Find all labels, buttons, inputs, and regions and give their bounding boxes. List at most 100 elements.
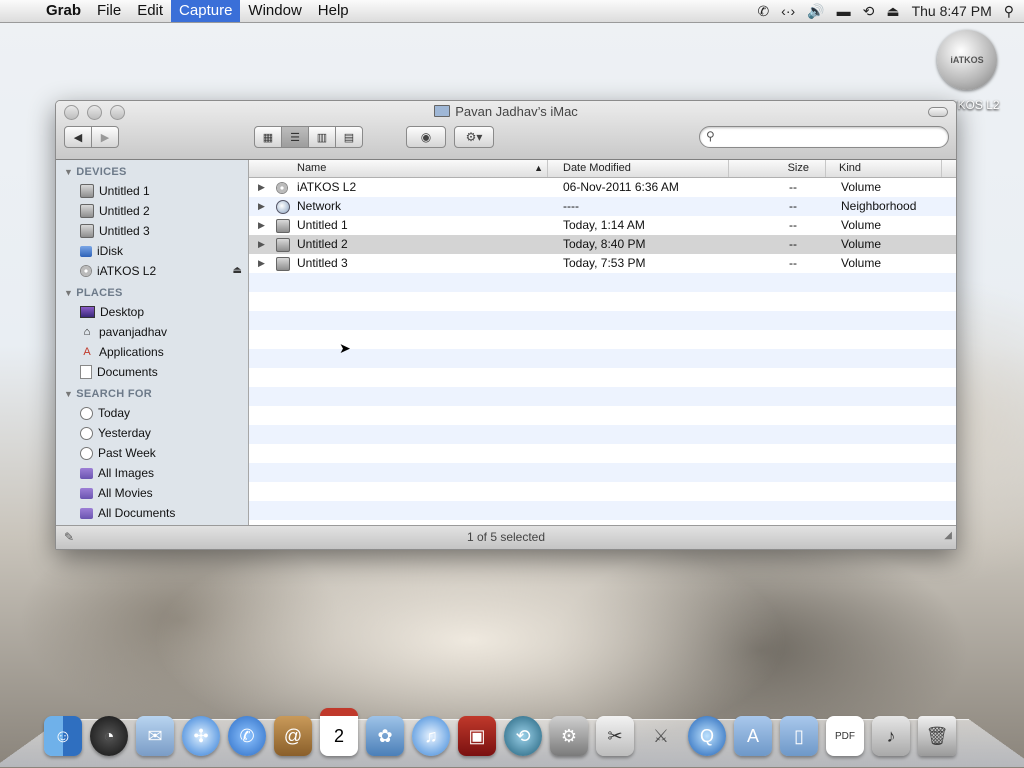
forward-button[interactable]: ▶ — [91, 126, 119, 148]
sidebar: ▼ DEVICES Untitled 1 Untitled 2 Untitled … — [56, 160, 249, 525]
column-view-button[interactable]: ▥ — [308, 126, 336, 148]
list-view-button[interactable]: ☰ — [281, 126, 309, 148]
ical-icon[interactable]: 2 — [320, 708, 358, 756]
sidebar-item-all-documents[interactable]: All Documents — [56, 503, 248, 523]
display-icon[interactable]: ▬ — [837, 3, 851, 19]
address-book-icon[interactable]: @ — [274, 716, 312, 756]
sidebar-item-untitled-3[interactable]: Untitled 3 — [56, 221, 248, 241]
list-empty-area[interactable] — [249, 273, 956, 520]
icon-view-button[interactable]: ▦ — [254, 126, 282, 148]
documents-folder-icon[interactable]: ▯ — [780, 716, 818, 756]
row-date: 06-Nov-2011 6:36 AM — [563, 180, 679, 194]
menu-edit[interactable]: Edit — [129, 0, 171, 22]
sidebar-header-places[interactable]: ▼ PLACES — [56, 281, 248, 302]
sidebar-item-home[interactable]: ⌂ pavanjadhav — [56, 322, 248, 342]
sidebar-item-untitled-2[interactable]: Untitled 2 — [56, 201, 248, 221]
menu-window[interactable]: Window — [240, 0, 309, 22]
gear-icon: ⚙▾ — [465, 130, 483, 144]
dashboard-icon[interactable]: ◔ — [90, 716, 128, 756]
clock-icon — [80, 446, 93, 460]
file-list: Name ▲ Date Modified Size Kind ▶ iATKOS L… — [249, 160, 956, 525]
sidebar-item-applications[interactable]: A Applications — [56, 342, 248, 362]
row-date: Today, 1:14 AM — [563, 218, 645, 232]
time-machine-icon[interactable]: ⟲ — [504, 716, 542, 756]
time-machine-status-icon[interactable]: ⟲ — [863, 3, 875, 20]
hard-disk-icon — [276, 257, 290, 271]
volume-icon[interactable]: 🔊 — [807, 3, 824, 20]
menu-file[interactable]: File — [89, 0, 129, 22]
sidebar-item-yesterday[interactable]: Yesterday — [56, 423, 248, 443]
disclosure-triangle-icon[interactable]: ▶ — [258, 235, 265, 254]
disclosure-triangle-icon[interactable]: ▶ — [258, 178, 265, 197]
row-kind: Volume — [841, 237, 882, 251]
scissors-icon[interactable]: ⚔ — [642, 716, 680, 756]
column-header-name[interactable]: Name ▲ — [249, 160, 548, 177]
column-header-size[interactable]: Size — [729, 160, 826, 177]
sidebar-header-devices[interactable]: ▼ DEVICES — [56, 160, 248, 181]
table-row[interactable]: ▶ iATKOS L2 06-Nov-2011 6:36 AM -- Volum… — [249, 178, 956, 197]
resize-grip-icon[interactable]: ◢ — [944, 524, 952, 547]
sidebar-item-untitled-1[interactable]: Untitled 1 — [56, 181, 248, 201]
menu-clock[interactable]: Thu 8:47 PM — [912, 3, 992, 19]
eject-status-icon[interactable]: ⏏ — [886, 3, 899, 20]
spotlight-icon[interactable]: ⚲ — [1004, 3, 1014, 20]
safari-icon[interactable]: ✣ — [182, 716, 220, 756]
network-arrows-icon[interactable]: ‹·› — [781, 3, 795, 19]
column-header-kind[interactable]: Kind — [826, 160, 942, 177]
sidebar-item-all-movies[interactable]: All Movies — [56, 483, 248, 503]
pdf-icon[interactable]: PDF — [826, 716, 864, 756]
row-size: -- — [789, 180, 797, 194]
sidebar-item-desktop[interactable]: Desktop — [56, 302, 248, 322]
search-field[interactable]: ⚲ — [699, 126, 949, 148]
coverflow-view-button[interactable]: ▤ — [335, 126, 363, 148]
quick-look-button[interactable]: ◉ — [406, 126, 446, 148]
menu-help[interactable]: Help — [310, 0, 357, 22]
pin-icon[interactable]: ✎ — [64, 526, 74, 549]
back-button[interactable]: ◀ — [64, 126, 92, 148]
sidebar-item-all-images[interactable]: All Images — [56, 463, 248, 483]
sidebar-item-iatkos[interactable]: iATKOS L2 ⏏ — [56, 261, 248, 281]
sidebar-item-idisk[interactable]: iDisk — [56, 241, 248, 261]
sidebar-header-search-for[interactable]: ▼ SEARCH FOR — [56, 382, 248, 403]
cd-disk-icon: iATKOS — [937, 30, 997, 90]
table-row-selected[interactable]: ▶ Untitled 2 Today, 8:40 PM -- Volume — [249, 235, 956, 254]
clock-icon — [80, 426, 93, 440]
table-row[interactable]: ▶ Untitled 1 Today, 1:14 AM -- Volume — [249, 216, 956, 235]
row-name: Untitled 2 — [297, 237, 348, 251]
photo-booth-icon[interactable]: ▣ — [458, 716, 496, 756]
trash-icon[interactable]: 🗑 — [918, 716, 956, 756]
quicktime-icon[interactable]: Q — [688, 716, 726, 756]
hard-disk-icon — [276, 238, 290, 252]
table-row[interactable]: ▶ Network ---- -- Neighborhood — [249, 197, 956, 216]
column-header-date[interactable]: Date Modified — [548, 160, 729, 177]
downloads-icon[interactable]: ♪ — [872, 716, 910, 756]
row-size: -- — [789, 237, 797, 251]
imac-icon — [434, 105, 451, 117]
iphoto-icon[interactable]: ✿ — [366, 716, 404, 756]
window-titlebar[interactable]: Pavan Jadhav’s iMac ◀ ▶ ▦ ☰ ▥ ▤ ◉ ⚙▾ ⚲ — [56, 101, 956, 160]
disclosure-triangle-icon[interactable]: ▶ — [258, 197, 265, 216]
menu-capture[interactable]: Capture — [171, 0, 241, 22]
disk-badge: iATKOS — [950, 55, 984, 65]
phone-icon[interactable]: ✆ — [757, 3, 769, 20]
sidebar-item-past-week[interactable]: Past Week — [56, 443, 248, 463]
menu-app-grab[interactable]: Grab — [38, 0, 89, 22]
desktop-disk-iatkos[interactable]: iATKOS iATKOS L2 — [936, 30, 1000, 112]
itunes-icon[interactable]: ♫ — [412, 716, 450, 756]
ichat-icon[interactable]: ✆ — [228, 716, 266, 756]
sidebar-item-documents[interactable]: Documents — [56, 362, 248, 382]
grab-icon[interactable]: ✂ — [596, 716, 634, 756]
applications-folder-icon[interactable]: A — [734, 716, 772, 756]
hard-disk-icon — [80, 204, 94, 218]
search-input[interactable] — [724, 128, 938, 146]
finder-icon[interactable]: ☺ — [44, 716, 82, 756]
table-row[interactable]: ▶ Untitled 3 Today, 7:53 PM -- Volume — [249, 254, 956, 273]
eject-icon[interactable]: ⏏ — [233, 261, 242, 281]
sidebar-item-today[interactable]: Today — [56, 403, 248, 423]
toolbar-toggle-button[interactable] — [928, 107, 948, 117]
disclosure-triangle-icon[interactable]: ▶ — [258, 254, 265, 273]
mail-icon[interactable]: ✉ — [136, 716, 174, 756]
action-menu-button[interactable]: ⚙▾ — [454, 126, 494, 148]
system-preferences-icon[interactable]: ⚙ — [550, 716, 588, 756]
disclosure-triangle-icon[interactable]: ▶ — [258, 216, 265, 235]
